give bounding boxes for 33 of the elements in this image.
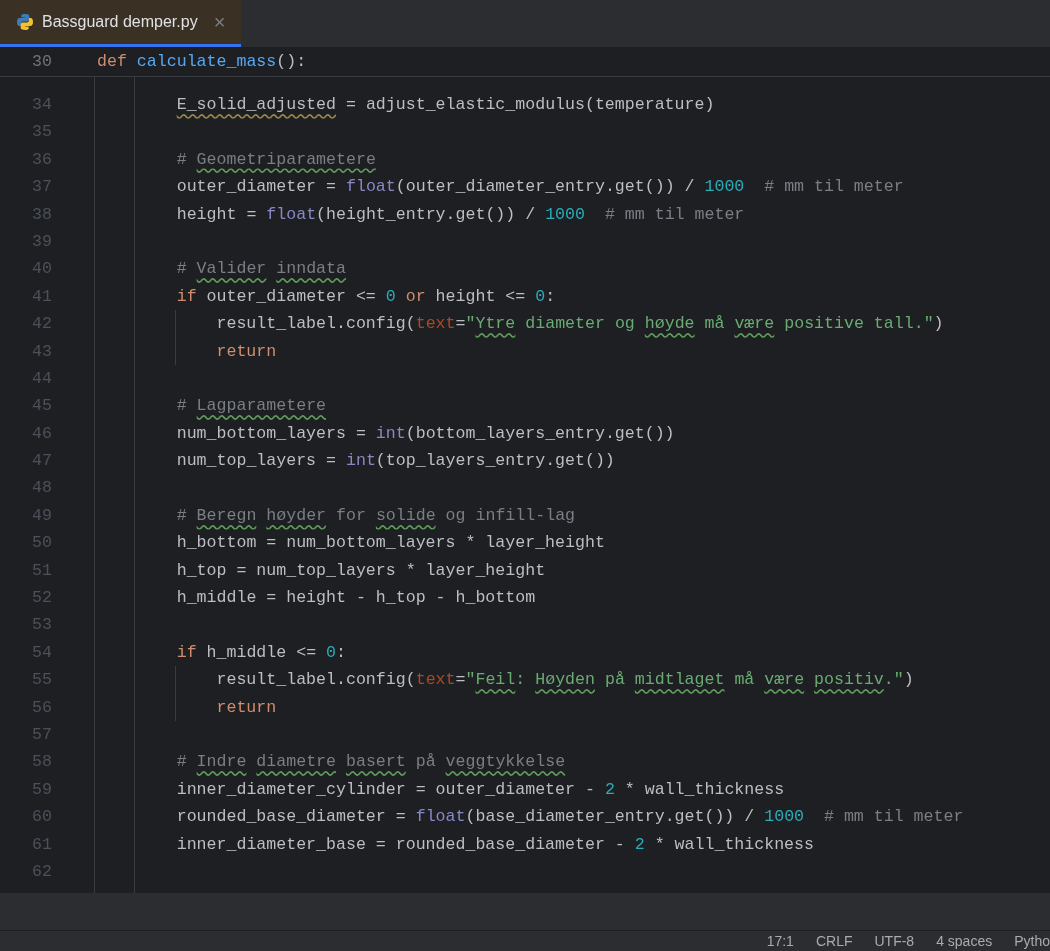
code-line: # Lagparametere xyxy=(175,395,327,418)
code-line: E_solid_adjusted = adjust_elastic_modulus(temperature) xyxy=(175,94,715,116)
code-line: inner_diameter_cylinder = outer_diameter - 2 * wall_thickness xyxy=(175,778,785,801)
python-icon xyxy=(16,13,34,31)
status-item[interactable]: 4 spaces xyxy=(936,931,993,951)
status-item[interactable]: Pytho xyxy=(1014,931,1050,951)
code-line: num_top_layers = int(top_layers_entry.get()) xyxy=(175,450,615,473)
code-line: # Valider inndata xyxy=(175,258,346,281)
code-line: if outer_diameter <= 0 or height <= 0: xyxy=(175,285,556,308)
code-line: def calculate_mass(): xyxy=(97,50,307,73)
code-line: # Indre diametre basert på veggtykkelse xyxy=(175,751,566,774)
code-line: h_top = num_top_layers * layer_height xyxy=(175,559,546,582)
code-line: inner_diameter_base = rounded_base_diameter - 2 * wall_thickness xyxy=(175,833,814,856)
code-line: # Geometriparametere xyxy=(175,148,376,171)
code-line: rounded_base_diameter = float(base_diameter_entry.get()) / 1000 # mm til meter xyxy=(175,806,964,829)
status-item[interactable]: 17:1 xyxy=(766,931,794,951)
status-item[interactable]: UTF-8 xyxy=(874,931,915,951)
code-line: height = float(height_entry.get()) / 1000 # mm til meter xyxy=(175,203,745,226)
file-tab[interactable]: Bassguard demper.py × xyxy=(0,0,242,47)
line-number: 30 xyxy=(31,50,52,73)
code-line: return xyxy=(215,340,277,363)
code-line: h_middle = height - h_top - h_bottom xyxy=(175,587,536,610)
code-line: num_bottom_layers = int(bottom_layers_entry.get()) xyxy=(175,422,675,445)
code-line: if h_middle <= 0: xyxy=(175,641,346,664)
code-line: outer_diameter = float(outer_diameter_entry.get()) / 1000 # mm til meter xyxy=(175,176,904,199)
code-line: h_bottom = num_bottom_layers * layer_height xyxy=(175,532,605,555)
tab-label: Bassguard demper.py xyxy=(42,12,198,32)
close-button[interactable]: × xyxy=(213,7,226,37)
status-item[interactable]: CRLF xyxy=(815,931,853,951)
code-line: # Beregn høyder for solide og infill-lag xyxy=(175,504,576,527)
code-line: result_label.config(text="Ytre diameter og høyde må være positive tall.") xyxy=(215,313,944,336)
code-line: result_label.config(text="Feil: Høyden på midtlaget må være positiv.") xyxy=(215,669,914,692)
code-line: return xyxy=(215,696,277,719)
